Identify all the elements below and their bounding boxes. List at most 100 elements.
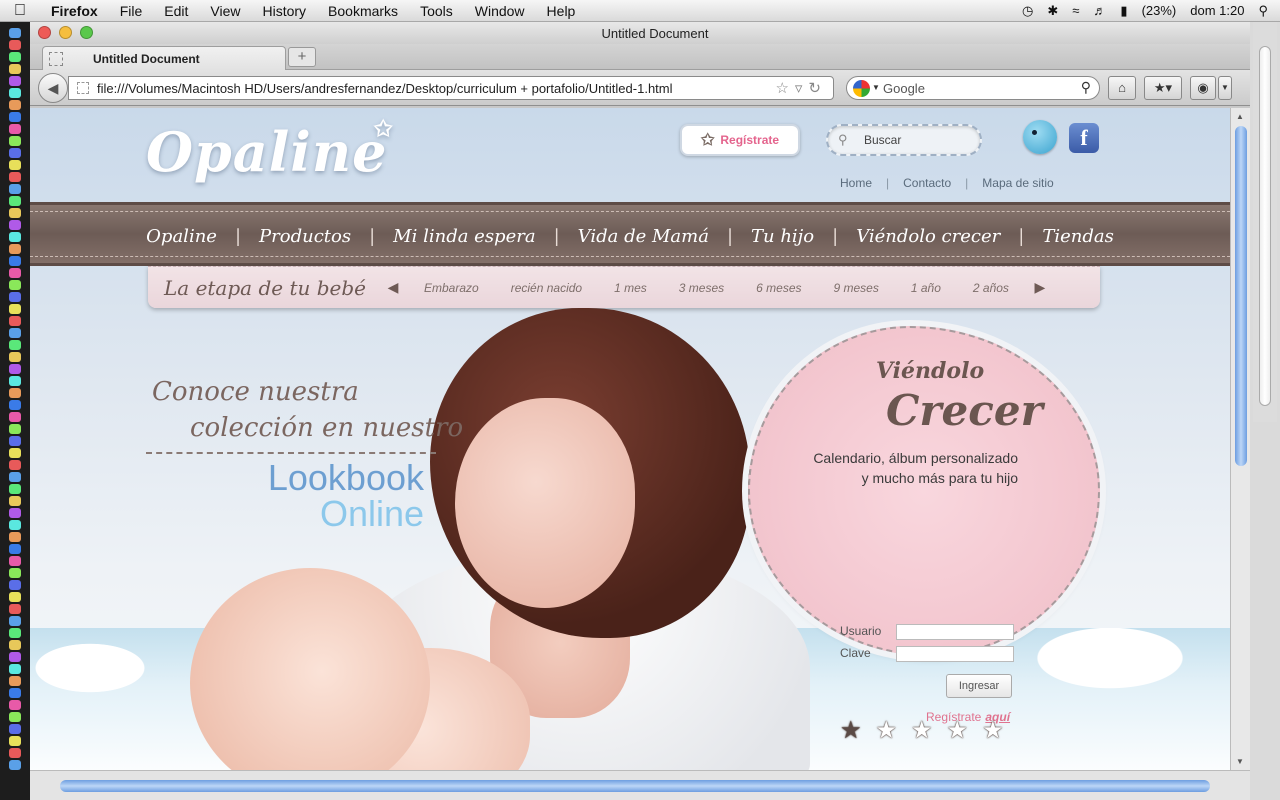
dock-app-icon[interactable]	[9, 472, 21, 482]
dock-app-icon[interactable]	[9, 700, 21, 710]
menu-app[interactable]: Firefox	[40, 3, 109, 19]
login-submit-button[interactable]: Ingresar	[946, 674, 1012, 698]
dock-app-icon[interactable]	[9, 112, 21, 122]
dock-app-icon[interactable]	[9, 688, 21, 698]
dock-app-icon[interactable]	[9, 640, 21, 650]
zoom-window-button[interactable]	[80, 26, 93, 39]
battery-percent[interactable]: (23%)	[1142, 3, 1177, 18]
nav-item-tiendas[interactable]: Tiendas	[1024, 226, 1132, 247]
url-bar[interactable]: file:///Volumes/Macintosh HD/Users/andre…	[68, 76, 834, 100]
dock-app-icon[interactable]	[9, 436, 21, 446]
dock-app-icon[interactable]	[9, 208, 21, 218]
menu-bookmarks[interactable]: Bookmarks	[317, 3, 409, 19]
dock-app-icon[interactable]	[9, 64, 21, 74]
dock-app-icon[interactable]	[9, 232, 21, 242]
dock-app-icon[interactable]	[9, 220, 21, 230]
browser-search-bar[interactable]: ▼ Google ⚲	[846, 76, 1100, 100]
slide-dot-star-icon[interactable]: ★	[840, 716, 862, 745]
site-logo[interactable]: Opaline ✩	[146, 116, 392, 184]
dock-app-icon[interactable]	[9, 760, 21, 770]
username-input[interactable]	[896, 624, 1014, 640]
link-mapa-de-sitio[interactable]: Mapa de sitio	[968, 176, 1067, 190]
dock-app-icon[interactable]	[9, 364, 21, 374]
menu-view[interactable]: View	[199, 3, 251, 19]
dock-app-icon[interactable]	[9, 40, 21, 50]
dock-app-icon[interactable]	[9, 628, 21, 638]
password-input[interactable]	[896, 646, 1014, 662]
menu-history[interactable]: History	[251, 3, 317, 19]
dropdown-icon[interactable]: ▿	[795, 80, 809, 97]
dock-app-icon[interactable]	[9, 676, 21, 686]
nav-item-vida-de-mama[interactable]: Vida de Mamá	[560, 226, 727, 247]
wifi-icon[interactable]: ≈	[1072, 3, 1079, 18]
addon-dropdown-icon[interactable]: ▼	[1218, 76, 1232, 100]
dock-app-icon[interactable]	[9, 100, 21, 110]
search-engine-dropdown-icon[interactable]: ▼	[872, 83, 880, 92]
facebook-icon[interactable]: f	[1069, 123, 1099, 153]
dock-app-icon[interactable]	[9, 556, 21, 566]
dock-app-icon[interactable]	[9, 172, 21, 182]
menu-help[interactable]: Help	[536, 3, 587, 19]
dock-app-icon[interactable]	[9, 748, 21, 758]
dock-app-icon[interactable]	[9, 604, 21, 614]
dock-app-icon[interactable]	[9, 52, 21, 62]
stage-3-meses[interactable]: 3 meses	[663, 281, 740, 295]
vertical-scrollbar[interactable]: ▲ ▼	[1230, 108, 1250, 770]
dock-app-icon[interactable]	[9, 712, 21, 722]
stage-embarazo[interactable]: Embarazo	[408, 281, 495, 295]
minimize-window-button[interactable]	[59, 26, 72, 39]
dock-app-icon[interactable]	[9, 496, 21, 506]
spotlight-icon[interactable]: ⚲	[1258, 3, 1268, 19]
slide-dot-star-icon[interactable]: ★	[947, 716, 969, 745]
link-home[interactable]: Home	[826, 176, 886, 190]
clock[interactable]: dom 1:20	[1190, 3, 1244, 18]
stage-1-ano[interactable]: 1 año	[895, 281, 957, 295]
slide-dot-star-icon[interactable]: ★	[982, 716, 1004, 745]
dock-app-icon[interactable]	[9, 412, 21, 422]
dock-app-icon[interactable]	[9, 724, 21, 734]
menu-file[interactable]: File	[109, 3, 154, 19]
dock-app-icon[interactable]	[9, 196, 21, 206]
home-button[interactable]: ⌂	[1108, 76, 1136, 100]
stage-9-meses[interactable]: 9 meses	[818, 281, 895, 295]
apple-menu-icon[interactable]: 	[0, 2, 40, 20]
dock-app-icon[interactable]	[9, 508, 21, 518]
dock-app-icon[interactable]	[9, 28, 21, 38]
nav-item-tu-hijo[interactable]: Tu hijo	[733, 226, 832, 247]
tab-untitled-document[interactable]: Untitled Document	[42, 46, 286, 70]
close-window-button[interactable]	[38, 26, 51, 39]
dock-app-icon[interactable]	[9, 124, 21, 134]
stage-1-mes[interactable]: 1 mes	[598, 281, 663, 295]
dock-app-icon[interactable]	[9, 592, 21, 602]
stage-2-anos[interactable]: 2 años	[957, 281, 1025, 295]
dock-app-icon[interactable]	[9, 268, 21, 278]
slide-dot-star-icon[interactable]: ★	[911, 716, 933, 745]
menu-window[interactable]: Window	[464, 3, 536, 19]
lookbook-link[interactable]: Lookbook Online	[254, 460, 424, 532]
dock-app-icon[interactable]	[9, 136, 21, 146]
menu-edit[interactable]: Edit	[153, 3, 199, 19]
time-machine-icon[interactable]: ◷	[1022, 3, 1033, 19]
site-search-input[interactable]: ⚲ Buscar	[826, 124, 982, 156]
scrollbar-thumb[interactable]	[1235, 126, 1247, 466]
scrollbar-thumb[interactable]	[1259, 46, 1271, 406]
dock-app-icon[interactable]	[9, 292, 21, 302]
dock-app-icon[interactable]	[9, 544, 21, 554]
external-scrollbar[interactable]	[1253, 22, 1277, 422]
scrollbar-thumb[interactable]	[60, 780, 1210, 792]
google-icon[interactable]	[853, 80, 870, 97]
dock-app-icon[interactable]	[9, 148, 21, 158]
register-button[interactable]: ✩ Regístrate	[680, 124, 800, 156]
bluetooth-icon[interactable]: ✱	[1047, 3, 1058, 19]
scroll-up-icon[interactable]: ▲	[1236, 112, 1244, 121]
twitter-bird-icon[interactable]	[1023, 120, 1057, 154]
dock-app-icon[interactable]	[9, 88, 21, 98]
dock-app-icon[interactable]	[9, 460, 21, 470]
reload-icon[interactable]: ↻	[808, 80, 827, 97]
addon-button[interactable]: ◉	[1190, 76, 1216, 100]
dock-app-icon[interactable]	[9, 160, 21, 170]
nav-item-productos[interactable]: Productos	[241, 226, 369, 247]
nav-item-viendolo-crecer[interactable]: Viéndolo crecer	[838, 226, 1018, 247]
dock-app-icon[interactable]	[9, 316, 21, 326]
dock-app-icon[interactable]	[9, 352, 21, 362]
